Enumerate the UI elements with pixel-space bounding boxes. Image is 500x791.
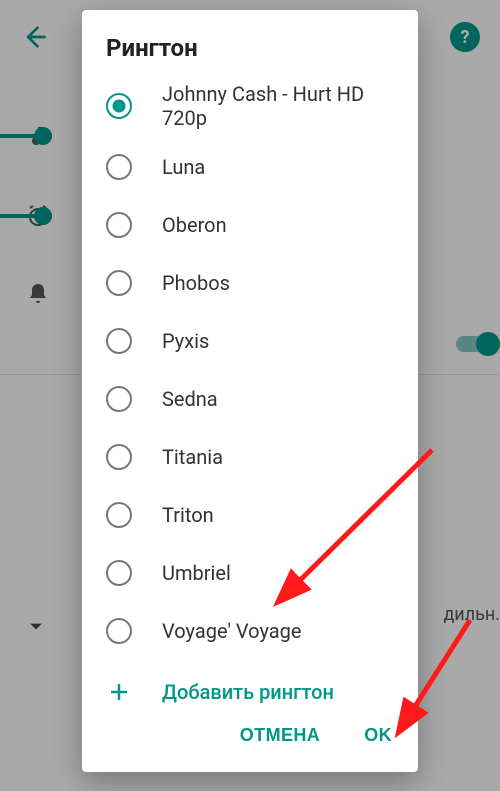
ringtone-list: Johnny Cash - Hurt HD 720p Luna Oberon Phob… [82, 74, 418, 707]
dialog-title: Рингтон [82, 10, 418, 74]
ringtone-option-label: Triton [162, 503, 214, 527]
ringtone-dialog: Рингтон Johnny Cash - Hurt HD 720p Luna Ob… [82, 10, 418, 772]
add-ringtone-button[interactable]: Добавить рингтон [106, 664, 406, 707]
ok-button[interactable]: OK [356, 719, 400, 752]
radio-icon [106, 560, 132, 586]
ringtone-option-label: Umbriel [162, 561, 231, 585]
add-ringtone-label: Добавить рингтон [162, 680, 334, 704]
ringtone-option-label: Johnny Cash - Hurt HD 720p [162, 82, 406, 130]
radio-icon [106, 618, 132, 644]
ringtone-option[interactable]: Umbriel [106, 544, 406, 602]
ringtone-option-label: Phobos [162, 271, 230, 295]
radio-icon [106, 270, 132, 296]
radio-icon [106, 386, 132, 412]
radio-icon [106, 154, 132, 180]
ringtone-option-label: Voyage' Voyage [162, 619, 301, 643]
ringtone-option-label: Pyxis [162, 329, 209, 353]
ringtone-option[interactable]: Luna [106, 138, 406, 196]
plus-icon [106, 679, 132, 705]
ringtone-option-label: Oberon [162, 213, 227, 237]
radio-icon [106, 502, 132, 528]
ringtone-option-label: Sedna [162, 387, 218, 411]
ringtone-option[interactable]: Pyxis [106, 312, 406, 370]
ringtone-option[interactable]: Triton [106, 486, 406, 544]
radio-icon [106, 444, 132, 470]
cancel-button[interactable]: ОТМЕНА [232, 719, 328, 752]
ringtone-option-label: Titania [162, 445, 223, 469]
ringtone-option[interactable]: Johnny Cash - Hurt HD 720p [106, 74, 406, 138]
ringtone-option[interactable]: Titania [106, 428, 406, 486]
radio-icon [106, 212, 132, 238]
ringtone-option[interactable]: Voyage' Voyage [106, 602, 406, 660]
radio-icon [106, 328, 132, 354]
dialog-actions: ОТМЕНА OK [82, 707, 418, 772]
ringtone-option[interactable]: Sedna [106, 370, 406, 428]
ringtone-option[interactable]: Phobos [106, 254, 406, 312]
radio-icon [106, 93, 132, 119]
ringtone-option[interactable]: Oberon [106, 196, 406, 254]
ringtone-option-label: Luna [162, 155, 205, 179]
